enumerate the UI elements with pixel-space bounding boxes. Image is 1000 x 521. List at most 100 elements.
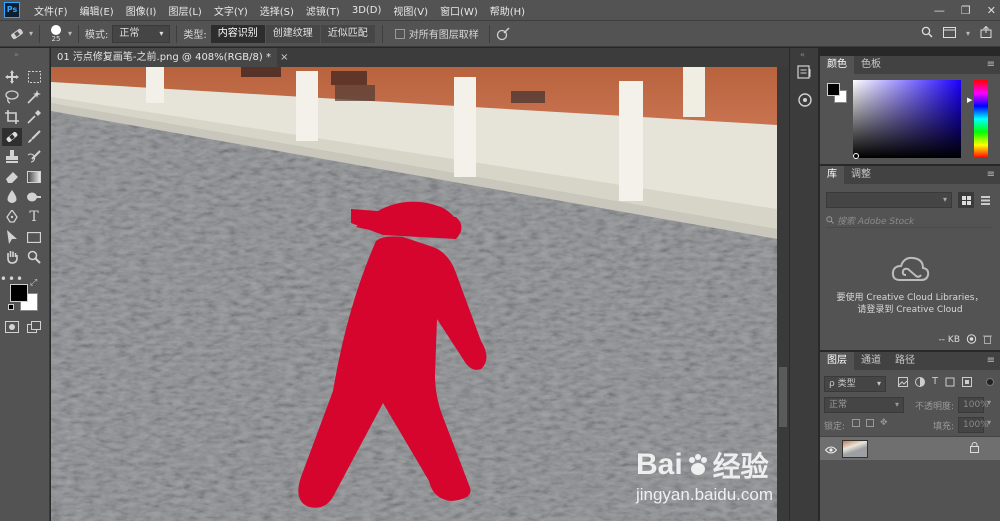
properties-panel-icon[interactable]	[797, 92, 813, 111]
dodge-tool-icon[interactable]	[24, 188, 44, 206]
screen-mode-icon[interactable]	[24, 318, 44, 336]
chevron-down-icon[interactable]: ▾	[68, 29, 72, 38]
library-select[interactable]: ▾	[826, 192, 952, 208]
share-icon[interactable]	[980, 25, 992, 41]
magic-wand-tool-icon[interactable]	[24, 88, 44, 106]
color-fg-swatch[interactable]	[827, 83, 840, 96]
filter-type-icon[interactable]: T	[932, 377, 938, 390]
pen-tool-icon[interactable]	[2, 208, 22, 226]
history-brush-tool-icon[interactable]	[24, 148, 44, 166]
type-proximity-match-button[interactable]: 近似匹配	[320, 24, 375, 43]
foreground-color-swatch[interactable]	[10, 284, 28, 302]
chevron-down-icon[interactable]: ▾	[29, 29, 33, 38]
tab-paths[interactable]: 路径	[888, 352, 922, 370]
eyedropper-tool-icon[interactable]	[24, 108, 44, 126]
eraser-tool-icon[interactable]	[2, 168, 22, 186]
layer-filter-toggle[interactable]	[986, 378, 994, 386]
tab-channels[interactable]: 通道	[854, 352, 888, 370]
sample-all-layers-checkbox[interactable]	[394, 28, 405, 39]
filter-adjustment-icon[interactable]	[915, 377, 925, 390]
rectangle-tool-icon[interactable]	[24, 228, 44, 246]
watermark-url: jingyan.baidu.com	[635, 485, 773, 504]
tab-layers[interactable]: 图层	[820, 352, 854, 370]
stock-search-field[interactable]: 搜索 Adobe Stock	[826, 214, 992, 228]
type-tool-icon[interactable]: T	[24, 208, 44, 226]
tab-swatches[interactable]: 色板	[854, 56, 888, 74]
document-tab[interactable]: 01 污点修复画笔-之前.png @ 408%(RGB/8) * ×	[51, 48, 289, 67]
clone-stamp-tool-icon[interactable]	[2, 148, 22, 166]
layer-row[interactable]	[820, 436, 1000, 460]
chevron-down-icon[interactable]: ▾	[987, 398, 991, 407]
vertical-scrollbar[interactable]	[777, 67, 789, 521]
filter-shape-icon[interactable]	[945, 377, 955, 390]
workspace-icon[interactable]	[942, 26, 956, 41]
color-field[interactable]	[853, 80, 961, 159]
blend-mode-select[interactable]: 正常 ▾	[824, 397, 904, 413]
move-tool-icon[interactable]	[2, 68, 22, 86]
tab-color[interactable]: 颜色	[820, 56, 854, 74]
tab-libraries[interactable]: 库	[820, 166, 844, 184]
zoom-tool-icon[interactable]	[24, 248, 44, 266]
menu-type[interactable]: 文字(Y)	[208, 3, 254, 18]
panel-menu-icon[interactable]: ≡	[987, 352, 1000, 370]
menu-image[interactable]: 图像(I)	[120, 3, 163, 18]
tab-adjustments[interactable]: 调整	[844, 166, 878, 184]
hand-tool-icon[interactable]	[2, 248, 22, 266]
filter-smart-object-icon[interactable]	[962, 377, 973, 390]
menu-select[interactable]: 选择(S)	[254, 3, 300, 18]
swap-colors-icon[interactable]: ⤢	[30, 278, 37, 288]
list-view-icon[interactable]	[977, 192, 993, 208]
lasso-tool-icon[interactable]	[2, 88, 22, 106]
lock-position-icon[interactable]: ✥	[880, 419, 888, 428]
menu-file[interactable]: 文件(F)	[28, 3, 74, 18]
photoshop-logo: Ps	[4, 2, 20, 18]
opacity-field[interactable]: 100%	[958, 397, 989, 413]
brush-tool-icon[interactable]	[24, 128, 44, 146]
search-icon[interactable]	[921, 26, 933, 41]
default-colors-icon[interactable]	[8, 304, 14, 310]
menu-help[interactable]: 帮助(H)	[484, 3, 531, 18]
quick-mask-icon[interactable]	[2, 318, 22, 336]
menu-edit[interactable]: 编辑(E)	[74, 3, 120, 18]
panel-menu-icon[interactable]: ≡	[987, 166, 1000, 184]
hue-slider[interactable]	[974, 80, 988, 158]
layer-filter-select[interactable]: ρ 类型 ▾	[824, 376, 886, 392]
toolbar-grip-icon: »	[14, 50, 19, 59]
brush-preset-picker[interactable]: 25	[46, 24, 66, 43]
menu-3d[interactable]: 3D(D)	[346, 5, 388, 16]
chevron-down-icon[interactable]: ▾	[987, 418, 991, 427]
type-content-aware-button[interactable]: 内容识别	[210, 24, 265, 43]
close-button[interactable]: ✕	[987, 4, 996, 17]
history-panel-icon[interactable]	[797, 64, 813, 83]
menu-view[interactable]: 视图(V)	[387, 3, 434, 18]
layer-visibility-eye-icon[interactable]	[824, 444, 838, 457]
path-selection-tool-icon[interactable]	[2, 228, 22, 246]
chevron-down-icon[interactable]: ▾	[966, 29, 970, 38]
crop-tool-icon[interactable]	[2, 108, 22, 126]
fill-field[interactable]: 100%	[958, 417, 989, 433]
mode-select[interactable]: 正常 ▾	[112, 24, 171, 43]
document-canvas[interactable]: Bai 经验 jingyan.baidu.com	[51, 67, 777, 521]
library-signin-message-2: 请登录到 Creative Cloud	[857, 305, 963, 315]
close-tab-icon[interactable]: ×	[280, 52, 288, 63]
trash-icon[interactable]	[983, 334, 992, 347]
lock-transparent-icon[interactable]	[852, 419, 860, 427]
sync-status-icon[interactable]	[966, 333, 977, 347]
grid-view-icon[interactable]	[958, 192, 974, 208]
pressure-size-icon[interactable]	[496, 26, 510, 41]
filter-pixel-icon[interactable]	[898, 377, 908, 390]
spot-healing-brush-tool-icon[interactable]	[2, 128, 22, 146]
blur-tool-icon[interactable]	[2, 188, 22, 206]
gradient-tool-icon[interactable]	[24, 168, 44, 186]
lock-image-icon[interactable]	[866, 419, 874, 427]
menu-layer[interactable]: 图层(L)	[162, 3, 207, 18]
type-create-texture-button[interactable]: 创建纹理	[265, 24, 320, 43]
spot-healing-brush-icon[interactable]	[8, 26, 26, 42]
menu-filter[interactable]: 滤镜(T)	[300, 3, 346, 18]
minimize-button[interactable]: —	[934, 4, 945, 17]
restore-button[interactable]: ❐	[961, 4, 971, 17]
marquee-tool-icon[interactable]	[24, 68, 44, 86]
panel-menu-icon[interactable]: ≡	[987, 56, 1000, 74]
menu-window[interactable]: 窗口(W)	[434, 3, 484, 18]
scrollbar-thumb[interactable]	[779, 367, 787, 427]
